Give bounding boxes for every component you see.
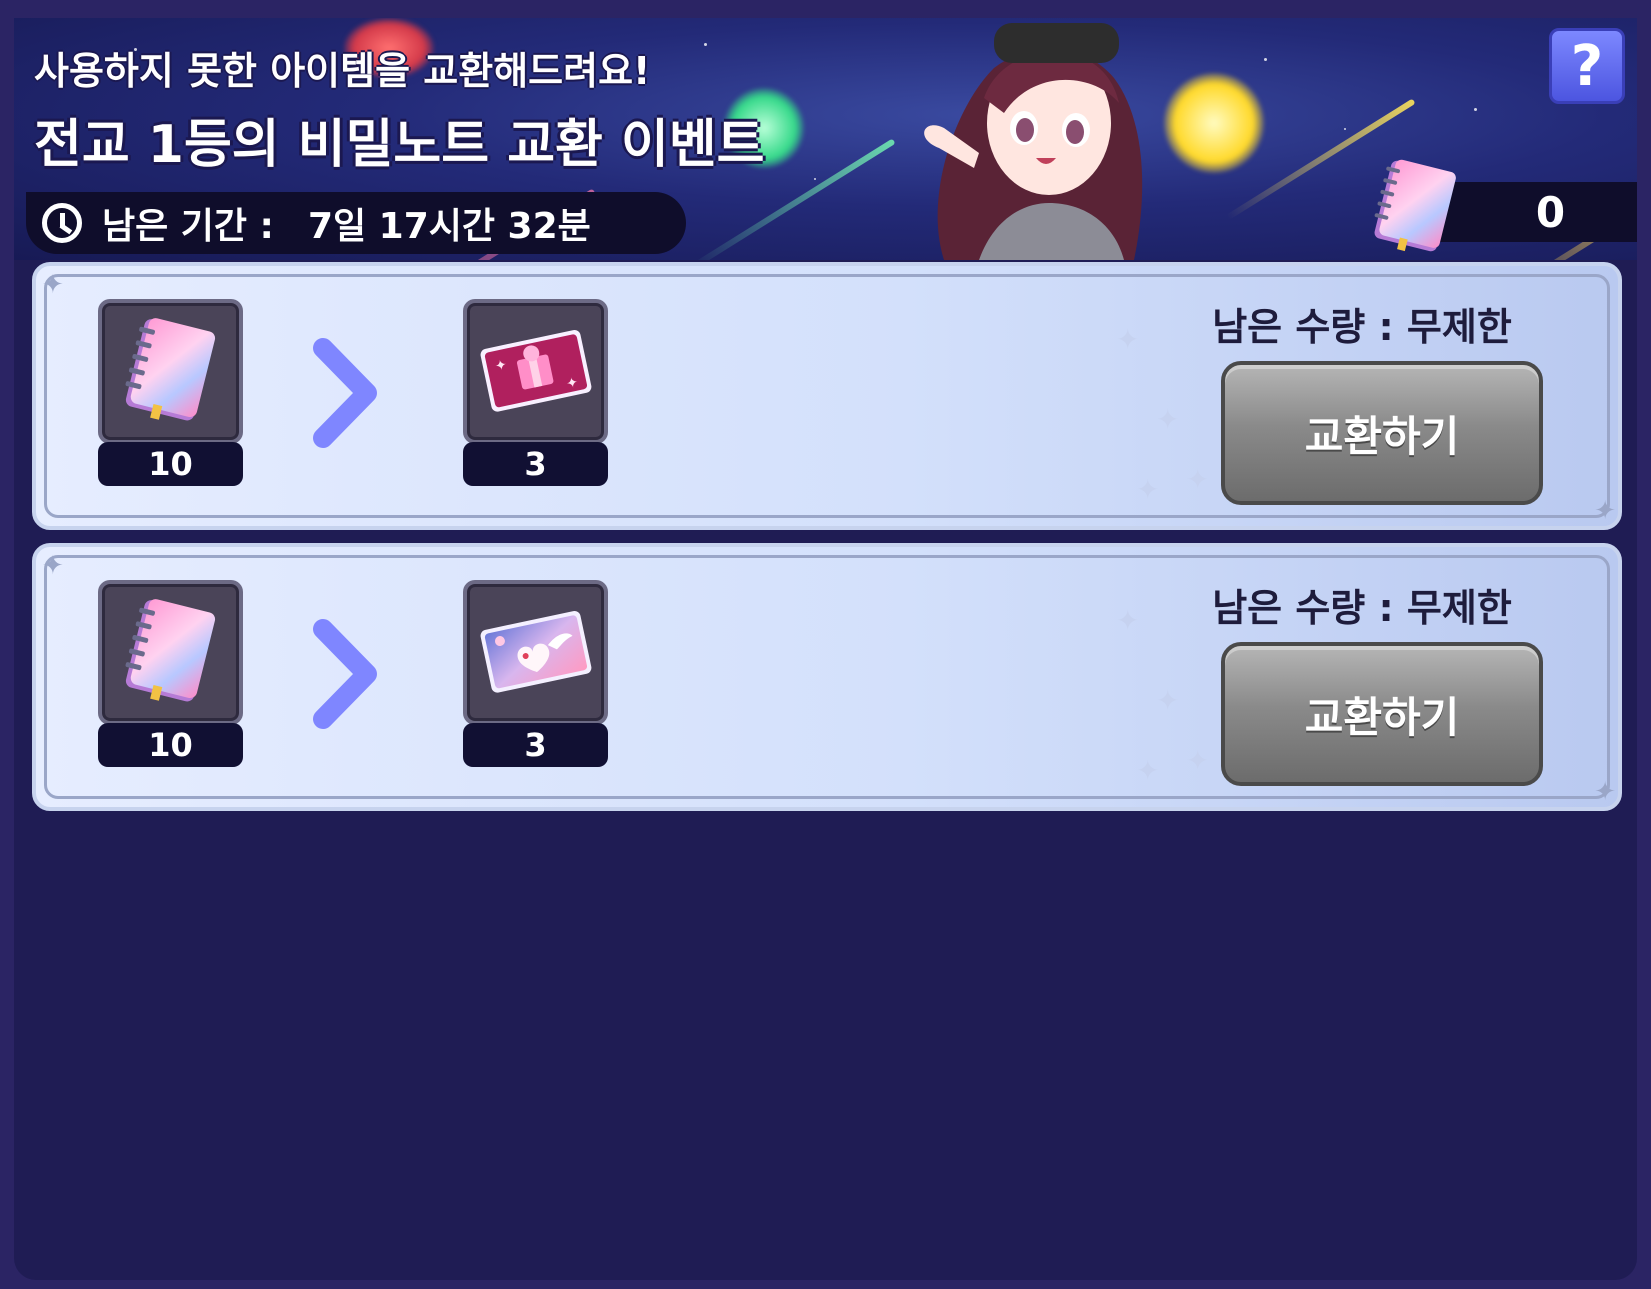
sparkle-icon: ✦ xyxy=(42,270,64,300)
pink-gift-ticket-icon: ✦ ✦ xyxy=(480,330,592,412)
exchange-button[interactable]: 교환하기 xyxy=(1221,361,1543,505)
event-banner: 사용하지 못한 아이템을 교환해드려요! 전교 1등의 비밀노트 교환 이벤트 … xyxy=(14,18,1637,260)
cost-item-slot xyxy=(98,299,243,444)
exchange-button[interactable]: 교환하기 xyxy=(1221,642,1543,786)
reward-count: 3 xyxy=(463,442,608,486)
secret-notebook-icon xyxy=(125,599,216,702)
cost-item-slot xyxy=(98,580,243,725)
sparkle-icon: ✦ xyxy=(42,551,64,581)
sparkle-icon: ✦ xyxy=(1594,496,1616,526)
banner-title: 전교 1등의 비밀노트 교환 이벤트 xyxy=(34,115,765,175)
remaining-time-label: 남은 기간 : xyxy=(102,206,274,247)
secret-notebook-icon xyxy=(1374,159,1456,252)
remaining-time-bar: 남은 기간 : 7일 17시간 32분 xyxy=(26,192,686,254)
exchange-event-panel: 사용하지 못한 아이템을 교환해드려요! 전교 1등의 비밀노트 교환 이벤트 … xyxy=(14,18,1637,1280)
remaining-quantity-text: 남은 수량 : 무제한 xyxy=(1212,305,1512,349)
secret-notebook-icon xyxy=(125,318,216,421)
cost-count: 10 xyxy=(98,723,243,767)
exchange-button-label: 교환하기 xyxy=(1304,411,1460,461)
sparkle-icon: ✦ xyxy=(1594,777,1616,807)
clock-icon xyxy=(42,203,82,243)
reward-count: 3 xyxy=(463,723,608,767)
remaining-time-value: 7일 17시간 32분 xyxy=(307,206,591,247)
chevron-right-icon xyxy=(313,619,377,729)
character-illustration xyxy=(924,23,1143,260)
exchange-row: ✦ ✦ ✦ ✦ ✦ ✦ xyxy=(32,543,1622,811)
reward-item-slot: ✦ ✦ xyxy=(463,299,608,444)
exchange-row: ✦ ✦ ✦ ✦ ✦ ✦ xyxy=(32,262,1622,530)
banner-subtitle: 사용하지 못한 아이템을 교환해드려요! xyxy=(34,49,651,93)
reward-item-slot xyxy=(463,580,608,725)
exchange-button-label: 교환하기 xyxy=(1304,692,1460,742)
chevron-right-icon xyxy=(313,338,377,448)
remaining-quantity-text: 남은 수량 : 무제한 xyxy=(1212,586,1512,630)
cost-count: 10 xyxy=(98,442,243,486)
help-button[interactable]: ? xyxy=(1549,28,1625,104)
winged-heart-card-icon xyxy=(480,611,592,693)
